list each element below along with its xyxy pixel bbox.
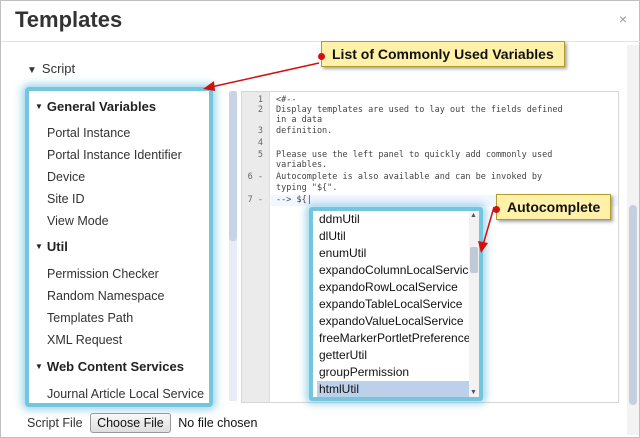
callout-dot-icon — [493, 206, 500, 213]
templates-dialog: Templates × ▼ Script ▼ General Variables P… — [0, 0, 640, 438]
arrowhead-icon — [478, 241, 488, 253]
script-file-label: Script File — [27, 416, 83, 430]
script-file-row: Script File Choose File No file chosen — [27, 413, 257, 433]
variables-callout: List of Commonly Used Variables — [318, 41, 565, 67]
file-status-text: No file chosen — [178, 416, 258, 430]
variables-callout-arrow — [210, 62, 320, 88]
callout-dot-icon — [318, 53, 325, 60]
choose-file-button[interactable]: Choose File — [90, 413, 171, 433]
autocomplete-callout-text: Autocomplete — [507, 199, 601, 215]
autocomplete-callout-arrow — [482, 206, 495, 246]
autocomplete-callout: Autocomplete — [493, 194, 612, 220]
variables-callout-text: List of Commonly Used Variables — [332, 46, 554, 62]
arrowhead-icon — [203, 81, 215, 91]
